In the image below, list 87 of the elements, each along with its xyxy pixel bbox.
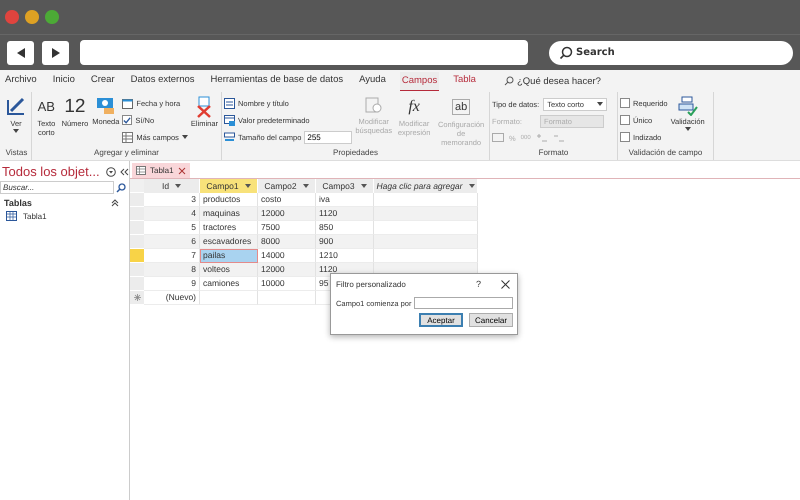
minimize-window-button[interactable] [25,10,39,24]
decrease-decimals-icon[interactable] [552,133,565,143]
record-selector[interactable] [130,291,144,305]
table-cell: 4 [144,207,200,221]
table-cell: 8000 [258,235,316,249]
table-cell: volteos [200,263,258,277]
tell-me-field[interactable]: ¿Qué desea hacer? [504,76,601,86]
asterisk-icon [134,294,140,301]
table-cell: 10000 [258,277,316,291]
collapse-icon[interactable] [120,168,129,176]
table-cell: 12000 [258,207,316,221]
table-cell: 12000 [258,263,316,277]
group-label: Vistas [4,148,28,159]
table-cell: 1120 [316,207,374,221]
right-triangle-icon [50,46,62,58]
calendar-icon [122,98,134,108]
table-cell: escavadores [200,235,258,249]
ribbon-tab[interactable]: Datos externos [128,71,197,91]
field-size-icon [224,132,235,142]
table-cell: 6 [144,235,200,249]
maximize-window-button[interactable] [45,10,59,24]
group-label: Propiedades [332,148,379,159]
validation-icon [678,96,698,116]
table-icon [122,132,134,142]
search-field[interactable]: Search [549,40,793,64]
ribbon-tab[interactable]: Crear [88,71,117,91]
ruler-pencil-icon [5,96,27,118]
caret-icon [597,102,604,106]
table-icon [224,114,235,126]
search-icon [504,76,514,86]
pane-title: Todos los objet... [2,164,100,179]
table-cell: camiones [200,277,258,291]
record-selector[interactable] [130,249,144,263]
checkbox[interactable] [122,115,132,125]
new-record-cell[interactable]: (Nuevo) [144,291,200,305]
column-header[interactable]: Campo2 [258,179,316,193]
ribbon-tab[interactable]: Campos [400,72,440,90]
document-tab[interactable]: Tabla1 [132,163,190,178]
help-button[interactable]: ? [476,279,481,289]
search-field[interactable]: Buscar... [0,181,114,194]
dialog-button[interactable]: Aceptar [419,313,463,327]
table-cell: pailas [200,249,258,263]
caret-icon [302,184,309,188]
table-cell: maquinas [200,207,258,221]
column-header[interactable]: Id [144,179,200,193]
section-heading[interactable]: Tablas [4,198,32,208]
table-cell [200,291,258,305]
caret-icon [684,127,691,131]
caret-icon [175,184,182,188]
filter-input[interactable] [414,297,513,309]
left-triangle-icon [14,46,26,58]
ribbon-tab[interactable]: Tabla [451,71,478,91]
close-icon[interactable] [501,280,510,288]
caret-icon [468,184,474,188]
collapse-icon[interactable] [111,199,119,207]
dropdown-circle-icon[interactable] [106,166,116,176]
table-cell: 9 [144,277,200,291]
caret-icon [244,184,251,188]
caret-icon [360,184,367,188]
column-header[interactable]: Campo1 [200,179,258,193]
search-icon [559,46,573,60]
close-window-button[interactable] [5,10,19,24]
table-cell: 900 [316,235,374,249]
table-icon [6,211,17,221]
group-label: Agregar y eliminar [93,148,160,159]
currency-format-icon [492,133,504,143]
ribbon-tab[interactable]: Herramientas de base de datos [208,71,346,91]
caret-icon [13,129,19,133]
table-item[interactable]: Tabla1 [0,211,129,221]
dialog-button[interactable]: Cancelar [469,313,513,327]
table-cell: 8 [144,263,200,277]
table-icon [136,166,146,175]
search-icon [116,182,126,192]
column-header[interactable]: Haga clic para agregar [374,179,478,193]
banknote-icon [96,96,116,116]
ribbon-tab[interactable]: Archivo [3,71,39,91]
group-label: Formato [538,148,570,159]
ribbon-tab[interactable]: Ayuda [357,71,388,91]
back-button[interactable] [7,40,34,64]
increase-decimals-icon[interactable] [536,133,548,143]
column-header[interactable]: Campo3 [316,179,374,193]
group-label: Validación de campo [628,148,704,159]
caret-icon [182,135,188,139]
ribbon-tab[interactable]: Inicio [50,71,77,91]
forward-button[interactable] [42,40,69,64]
field-size-input[interactable]: 255 [304,130,352,144]
form-icon [224,98,235,108]
